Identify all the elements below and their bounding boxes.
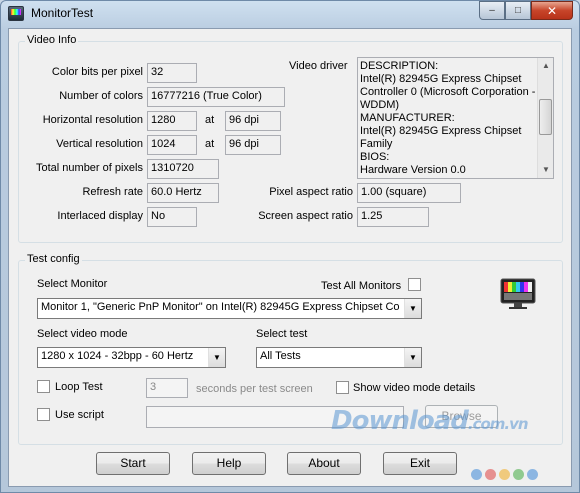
video-info-group: Video Info Color bits per pixel 32 Numbe…: [18, 34, 563, 243]
loop-seconds-field[interactable]: 3: [146, 378, 188, 398]
total-pixels-field: 1310720: [147, 159, 219, 179]
driver-line: MANUFACTURER:: [360, 112, 455, 124]
refresh-rate-label: Refresh rate: [82, 186, 143, 198]
watermark-main: Download: [331, 406, 469, 436]
maximize-button[interactable]: □: [505, 1, 531, 20]
use-script-checkbox[interactable]: [37, 408, 50, 421]
at-label-v: at: [205, 138, 215, 150]
horizontal-dpi-field: 96 dpi: [225, 111, 281, 131]
screen-aspect-field: 1.25: [357, 207, 429, 227]
scroll-down-icon[interactable]: ▼: [538, 162, 553, 178]
driver-line: Hardware Version 0.0: [360, 164, 466, 176]
refresh-rate-field: 60.0 Hertz: [147, 183, 219, 203]
horizontal-resolution-field: 1280: [147, 111, 197, 131]
test-select-value: All Tests: [260, 350, 301, 362]
vertical-resolution-label: Vertical resolution: [56, 138, 143, 150]
watermark-dot: [527, 469, 538, 480]
video-driver-text: DESCRIPTION: Intel(R) 82945G Express Chi…: [360, 60, 536, 177]
test-select[interactable]: All Tests ▼: [256, 347, 422, 368]
color-bits-field: 32: [147, 63, 197, 83]
driver-line: Intel(R) 82945G Express Chipset Controll…: [360, 73, 536, 111]
monitor-select[interactable]: Monitor 1, "Generic PnP Monitor" on Inte…: [37, 298, 422, 319]
interlaced-label: Interlaced display: [57, 210, 143, 222]
test-all-monitors-label: Test All Monitors: [321, 280, 402, 292]
chevron-down-icon[interactable]: ▼: [404, 348, 421, 367]
select-monitor-label: Select Monitor: [37, 278, 108, 290]
driver-line: Intel(R) 82945G Express Chipset Family: [360, 125, 522, 150]
app-icon: [8, 6, 24, 21]
use-script-label: Use script: [55, 409, 104, 421]
vertical-resolution-field: 1024: [147, 135, 197, 155]
chevron-down-icon[interactable]: ▼: [404, 299, 421, 318]
driver-line: DESCRIPTION:: [360, 60, 439, 72]
interlaced-field: No: [147, 207, 197, 227]
seconds-per-screen-label: seconds per test screen: [196, 383, 313, 395]
loop-test-label: Loop Test: [55, 381, 103, 393]
download-watermark: Download.com.vn: [331, 406, 529, 436]
show-video-details-label: Show video mode details: [353, 382, 476, 394]
video-mode-value: 1280 x 1024 - 32bpp - 60 Hertz: [41, 350, 194, 362]
monitortest-window: MonitorTest ‒ □ ✕ Video Info Color bits …: [0, 0, 580, 493]
test-config-label: Test config: [25, 253, 82, 265]
window-title: MonitorTest: [31, 6, 94, 20]
total-pixels-label: Total number of pixels: [36, 162, 143, 174]
about-button[interactable]: About: [287, 452, 361, 475]
at-label-h: at: [205, 114, 215, 126]
video-info-label: Video Info: [25, 34, 79, 46]
watermark-dots: [471, 469, 538, 480]
start-button[interactable]: Start: [96, 452, 170, 475]
help-button[interactable]: Help: [192, 452, 266, 475]
num-colors-field: 16777216 (True Color): [147, 87, 285, 107]
test-all-monitors-checkbox[interactable]: [408, 278, 421, 291]
watermark-dot: [485, 469, 496, 480]
watermark-dot: [471, 469, 482, 480]
scroll-thumb[interactable]: [539, 99, 552, 135]
exit-button[interactable]: Exit: [383, 452, 457, 475]
pixel-aspect-label: Pixel aspect ratio: [269, 186, 353, 198]
chevron-down-icon[interactable]: ▼: [208, 348, 225, 367]
pixel-aspect-field: 1.00 (square): [357, 183, 461, 203]
show-video-details-checkbox[interactable]: [336, 381, 349, 394]
color-bits-label: Color bits per pixel: [51, 66, 143, 78]
video-driver-textbox[interactable]: DESCRIPTION: Intel(R) 82945G Express Chi…: [357, 57, 554, 179]
driver-scrollbar[interactable]: ▲ ▼: [537, 58, 553, 178]
title-bar[interactable]: MonitorTest ‒ □ ✕: [1, 1, 579, 27]
horizontal-resolution-label: Horizontal resolution: [42, 114, 143, 126]
watermark-suffix: .com.vn: [467, 415, 529, 433]
monitor-test-pattern-icon: [500, 278, 536, 309]
driver-line: BIOS:: [360, 151, 390, 163]
video-driver-label: Video driver: [289, 60, 348, 72]
vertical-dpi-field: 96 dpi: [225, 135, 281, 155]
monitor-select-value: Monitor 1, "Generic PnP Monitor" on Inte…: [41, 301, 400, 313]
watermark-dot: [513, 469, 524, 480]
select-test-label: Select test: [256, 328, 308, 340]
minimize-button[interactable]: ‒: [479, 1, 505, 20]
screen-aspect-label: Screen aspect ratio: [258, 210, 353, 222]
video-mode-select[interactable]: 1280 x 1024 - 32bpp - 60 Hertz ▼: [37, 347, 226, 368]
close-button[interactable]: ✕: [531, 1, 573, 20]
watermark-dot: [499, 469, 510, 480]
num-colors-label: Number of colors: [59, 90, 143, 102]
loop-test-checkbox[interactable]: [37, 380, 50, 393]
scroll-up-icon[interactable]: ▲: [538, 58, 553, 74]
select-video-mode-label: Select video mode: [37, 328, 128, 340]
